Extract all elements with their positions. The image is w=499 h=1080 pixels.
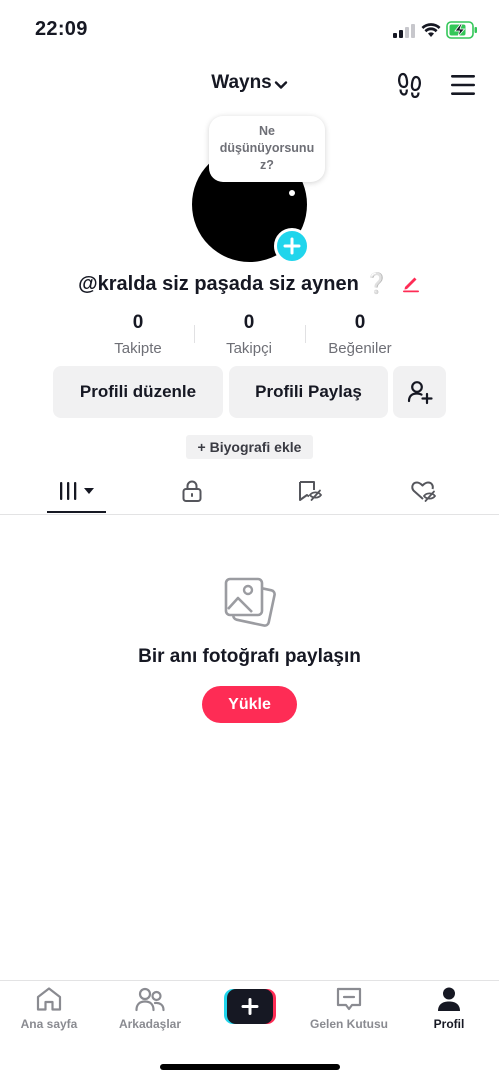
chevron-down-icon: [274, 76, 288, 90]
username-label: Wayns: [211, 72, 272, 93]
stat-following-label: Takipte: [114, 340, 162, 357]
nav-profile[interactable]: Profil: [404, 986, 494, 1031]
cellular-signal-icon: [393, 24, 415, 38]
empty-state-title: Bir anı fotoğrafı paylaşın: [138, 646, 361, 667]
nav-inbox-label: Gelen Kutusu: [309, 1017, 388, 1031]
stat-likes-label: Beğeniler: [328, 340, 392, 357]
nav-friends[interactable]: Arkadaşlar: [105, 986, 195, 1031]
thought-bubble[interactable]: Ne düşünüyorsunu z?: [209, 116, 325, 182]
add-friend-button[interactable]: [393, 366, 446, 418]
friends-icon: [135, 987, 165, 1012]
add-avatar-button[interactable]: [274, 228, 310, 264]
stat-followers-number: 0: [243, 312, 255, 333]
handle-emoji: ❔: [364, 273, 390, 295]
active-tab-indicator: [47, 511, 106, 513]
home-icon: [36, 987, 62, 1011]
stat-following-number: 0: [132, 312, 144, 333]
handle-text: @kralda siz paşada siz aynen: [78, 273, 359, 295]
bookmark-hidden-icon: [299, 481, 323, 501]
add-user-icon: [407, 381, 433, 405]
inbox-icon: [336, 987, 362, 1011]
home-indicator: [160, 1064, 340, 1070]
thought-bubble-text: Ne düşünüyorsunu z?: [219, 124, 315, 172]
tab-videos[interactable]: [58, 479, 98, 503]
wifi-icon: [421, 23, 441, 37]
username-switcher[interactable]: Wayns: [0, 72, 499, 94]
heart-hidden-icon: [411, 481, 437, 502]
tab-private[interactable]: [180, 479, 204, 503]
add-bio-button[interactable]: + Biyografi ekle: [186, 435, 313, 459]
stat-followers-label: Takipçi: [226, 340, 272, 357]
plus-icon: [283, 237, 301, 255]
battery-charging-icon: [446, 21, 477, 39]
nav-inbox[interactable]: Gelen Kutusu: [304, 986, 394, 1031]
tabs-divider: [0, 514, 499, 515]
stat-likes-number: 0: [354, 312, 366, 333]
nav-divider: [0, 980, 499, 981]
edit-pencil-icon[interactable]: [401, 273, 421, 293]
upload-button[interactable]: Yükle: [202, 686, 297, 723]
profile-handle: @kralda siz paşada siz aynen ❔: [0, 271, 499, 296]
share-profile-button[interactable]: Profili Paylaş: [229, 366, 388, 418]
photos-icon: [224, 577, 276, 627]
stat-following[interactable]: 0 Takipte: [83, 312, 193, 357]
grid-bars-icon: [60, 482, 94, 500]
create-button[interactable]: [224, 989, 276, 1024]
footprints-icon[interactable]: [396, 70, 424, 98]
edit-profile-button[interactable]: Profili düzenle: [53, 366, 223, 418]
bubble-tail-dot: [289, 190, 295, 196]
nav-home[interactable]: Ana sayfa: [4, 986, 94, 1031]
stat-followers[interactable]: 0 Takipçi: [194, 312, 304, 357]
nav-friends-label: Arkadaşlar: [118, 1017, 182, 1031]
tab-liked[interactable]: [410, 479, 438, 503]
lock-icon: [182, 480, 202, 502]
nav-home-label: Ana sayfa: [20, 1017, 78, 1031]
stat-likes[interactable]: 0 Beğeniler: [305, 312, 415, 357]
profile-icon: [438, 987, 460, 1011]
tab-favorites[interactable]: [297, 479, 323, 503]
status-time: 22:09: [35, 18, 88, 40]
nav-profile-label: Profil: [433, 1017, 465, 1031]
menu-icon[interactable]: [450, 74, 476, 96]
